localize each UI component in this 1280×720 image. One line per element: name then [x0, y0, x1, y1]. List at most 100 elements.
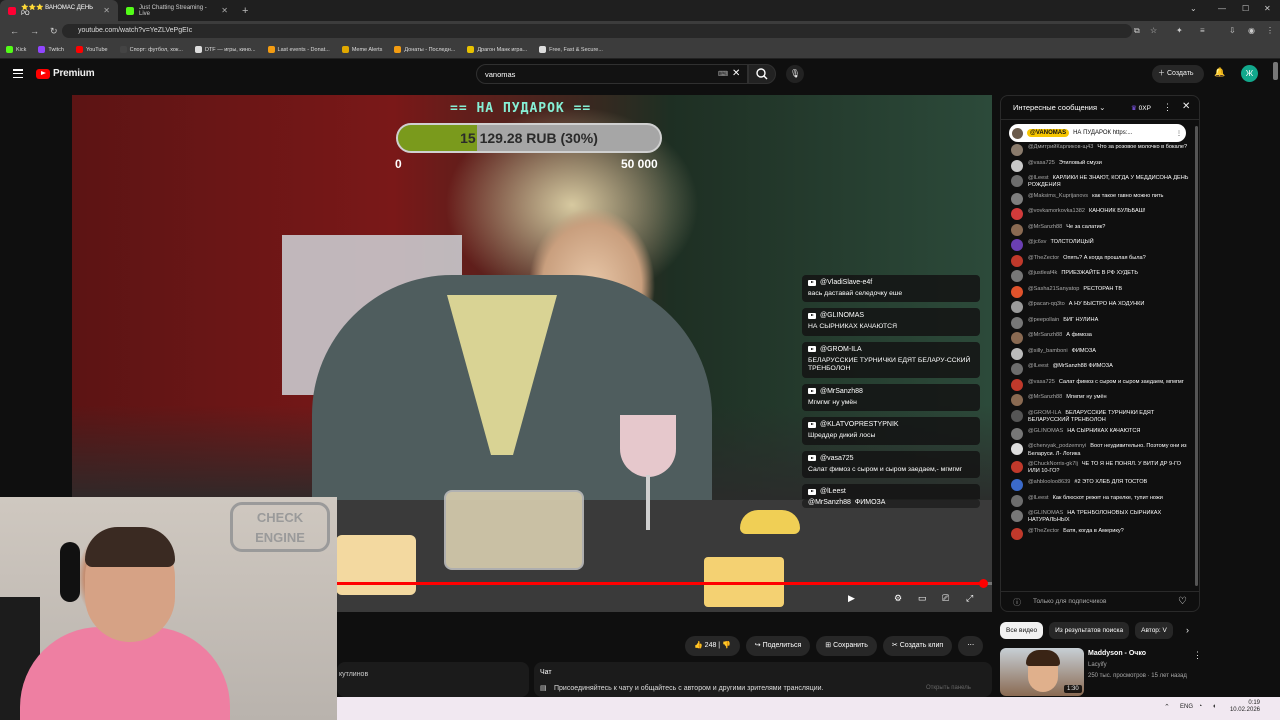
chat-mode-dropdown[interactable]: Интересные сообщения ⌄	[1013, 103, 1105, 112]
chat-username[interactable]: @chervyak_podzemnyi	[1028, 443, 1086, 449]
volume-icon[interactable]: ◖	[1212, 703, 1216, 710]
chat-message[interactable]: @GLINOMAS НА СЫРНИКАХ КАЧАЮТСЯ	[1011, 427, 1189, 440]
recommended-video-channel[interactable]: Lacyify	[1088, 662, 1107, 668]
forward-icon[interactable]: →	[30, 26, 40, 36]
page-scrollbar[interactable]	[1273, 62, 1278, 80]
clear-search-icon[interactable]: ✕	[732, 68, 740, 79]
bookmark-star-icon[interactable]: ☆	[1150, 26, 1157, 35]
close-icon[interactable]: ✕	[103, 6, 110, 15]
bookmark-item[interactable]: Last events - Donat...	[267, 46, 330, 53]
close-icon[interactable]: ✕	[221, 6, 228, 15]
bookmark-item[interactable]: Спорт: футбол, хок...	[119, 46, 183, 53]
heart-icon[interactable]: ♡	[1178, 596, 1187, 607]
chat-username[interactable]: @silly_bamboni	[1028, 348, 1068, 354]
chat-message[interactable]: @Maksims_Kupriјanovs как такое гавно можн…	[1011, 192, 1189, 205]
save-button[interactable]: ⊞ Сохранить	[816, 636, 877, 656]
install-icon[interactable]: ⧉	[1134, 26, 1140, 36]
new-tab-icon[interactable]: +	[242, 5, 248, 17]
downloads-icon[interactable]: ⇩	[1229, 26, 1236, 35]
chat-username[interactable]: @Maksims_Kupriјanovs	[1028, 193, 1088, 199]
chat-username[interactable]: @vasa725	[1028, 160, 1055, 166]
bookmark-item[interactable]: DTF — игры, кино...	[194, 46, 256, 53]
chat-message[interactable]: @TheZector Опять? А когда прошлая была?	[1011, 254, 1189, 267]
minimize-icon[interactable]: —	[1218, 4, 1226, 13]
chat-username[interactable]: @MrSanzh88	[1028, 332, 1062, 338]
tab-search-icon[interactable]: ⌄	[1190, 4, 1197, 13]
recommended-video-title[interactable]: Maddyson - Очко	[1088, 650, 1146, 657]
chat-message[interactable]: @GLINOMAS НА ТРЕНБОЛОНОВЫХ СЫРНИКАХ НАТУР…	[1011, 510, 1189, 524]
chip-all-videos[interactable]: Все видео	[1000, 622, 1044, 639]
system-clock[interactable]: 0:19 10.02.2026	[1228, 700, 1260, 714]
maximize-icon[interactable]: ☐	[1242, 4, 1249, 13]
chat-scrollbar[interactable]	[1195, 126, 1198, 586]
chat-message[interactable]: @ahbloolоo8639 #2 ЭТО ХЛЕБ ДЛЯ ТОСТОВ	[1011, 479, 1189, 492]
profile-icon[interactable]: ◉	[1248, 26, 1255, 35]
chat-message[interactable]: @TheZector Батя, когда в Америку?	[1011, 528, 1189, 541]
window-close-icon[interactable]: ✕	[1264, 4, 1271, 13]
notifications-bell-icon[interactable]: 🔔	[1214, 67, 1225, 78]
bookmark-item[interactable]: Twitch	[38, 46, 64, 53]
chat-username[interactable]: @MrSanzh88	[1028, 224, 1062, 230]
browser-menu-icon[interactable]: ⋮	[1266, 26, 1274, 35]
chevron-right-icon[interactable]: ›	[1186, 625, 1189, 635]
url-field[interactable]: youtube.com/watch?v=YeZLVePgEIc	[62, 24, 1132, 38]
settings-gear-icon[interactable]: ⚙	[894, 593, 902, 604]
chat-message[interactable]: @chervyak_podzemnyi Воот неудивительно. П…	[1011, 443, 1189, 457]
chat-username[interactable]: @justleaf4k	[1028, 270, 1057, 276]
youtube-logo[interactable]: Premium	[36, 68, 95, 79]
chat-username[interactable]: @peepollain	[1028, 317, 1059, 323]
chat-username[interactable]: @ДмитрийКарликов-щ43	[1028, 144, 1093, 150]
chat-username[interactable]: @Sasha21Sanyatop	[1028, 286, 1079, 292]
chat-username[interactable]: @TheZector	[1028, 255, 1059, 261]
chat-message[interactable]: @GROM-ILA БЕЛАРУССКИЕ ТУРНИЧКИ ЕДЯТ БЕЛАР…	[1011, 409, 1189, 424]
chat-username[interactable]: @vasa725	[1028, 379, 1055, 385]
browser-tab-active[interactable]: ⭐⭐⭐ ВАНОМАС ДЕНЬ РО ✕	[0, 0, 118, 21]
chat-message[interactable]: @Sasha21Sanyatop РЕСТОРАН ТВ	[1011, 285, 1189, 298]
chat-message[interactable]: @justleaf4k ПРИЕЗЖАЙТЕ В РФ ХУДЕТЬ	[1011, 270, 1189, 283]
like-button[interactable]: 👍 248 | 👎	[685, 636, 740, 656]
chat-username[interactable]: @TheZector	[1028, 528, 1059, 534]
media-icon[interactable]: ≡	[1200, 26, 1205, 35]
chat-message[interactable]: @lLeest Как блюскот режет на тарелке, туп…	[1011, 494, 1189, 507]
chat-message[interactable]: @lLeest КАРЛИКИ НЕ ЗНАЮТ, КОГДА У МЕДДИСО…	[1011, 175, 1189, 189]
chat-username[interactable]: @MrSanzh88	[1028, 394, 1062, 400]
chat-username[interactable]: @GLINOMAS	[1028, 428, 1063, 434]
extensions-icon[interactable]: ✦	[1176, 26, 1183, 35]
bookmark-item[interactable]: YouTube	[75, 46, 108, 53]
chat-message[interactable]: @silly_bamboni ФИМОЗА	[1011, 347, 1189, 360]
info-icon[interactable]: ⓘ	[1013, 597, 1021, 608]
back-icon[interactable]: ←	[10, 26, 20, 36]
hamburger-menu-icon[interactable]	[13, 69, 23, 78]
chat-message[interactable]: @MrSanzh88 Че за салатик?	[1011, 223, 1189, 236]
bookmark-item[interactable]: Free, Fast & Secure...	[539, 46, 603, 53]
chat-message[interactable]: @pacan-qq3to А НУ БЫСТРО НА ХОДУНКИ	[1011, 301, 1189, 314]
more-vert-icon[interactable]: ⋮	[1176, 130, 1182, 137]
thumbs-down-icon[interactable]: 👎	[722, 642, 731, 649]
video-scrubber-handle[interactable]	[978, 579, 988, 588]
browser-tab[interactable]: Just Chatting Streaming - Live ✕	[118, 0, 236, 21]
keyboard-icon[interactable]: ⌨	[718, 70, 728, 78]
clip-button[interactable]: ✂ Создать клип	[882, 636, 953, 656]
cast-icon[interactable]: ⎚	[942, 593, 949, 604]
chat-username[interactable]: @GROM-ILA	[1028, 410, 1061, 416]
more-actions-button[interactable]: ⋯	[958, 636, 984, 656]
chat-username[interactable]: @ahbloolоo8639	[1028, 479, 1070, 485]
xp-badge[interactable]: ♛ 0XP	[1131, 104, 1151, 112]
chat-message[interactable]: @vovkamorkovka1382 КАНОНИК БУЛЬБАШ!	[1011, 208, 1189, 221]
mic-button[interactable]: 🎙	[786, 65, 804, 83]
chat-message[interactable]: @peepollain БИГ НУЛИНА	[1011, 316, 1189, 329]
chat-username[interactable]: @lLeest	[1028, 175, 1049, 181]
chat-message[interactable]: @vasa725 Этиловый смузи	[1011, 159, 1189, 172]
chat-username[interactable]: @pacan-qq3to	[1028, 301, 1065, 307]
chat-username[interactable]: @lLeest	[1028, 363, 1049, 369]
bookmark-item[interactable]: Драгон Манк игра...	[467, 46, 527, 53]
tray-chevron-icon[interactable]: ⌃	[1164, 703, 1170, 711]
chat-username[interactable]: @lLeest	[1028, 495, 1049, 501]
chat-username[interactable]: @ChuckNorris-gk7lj	[1028, 461, 1078, 467]
language-indicator[interactable]: ENG	[1180, 704, 1193, 710]
play-icon[interactable]: ▶	[848, 593, 855, 604]
reload-icon[interactable]: ↻	[50, 26, 60, 37]
chip-author[interactable]: Автор: V	[1135, 622, 1173, 639]
open-panel-button[interactable]: Открыть панель	[926, 685, 971, 691]
bookmark-item[interactable]: Донаты - Последн...	[394, 46, 455, 53]
